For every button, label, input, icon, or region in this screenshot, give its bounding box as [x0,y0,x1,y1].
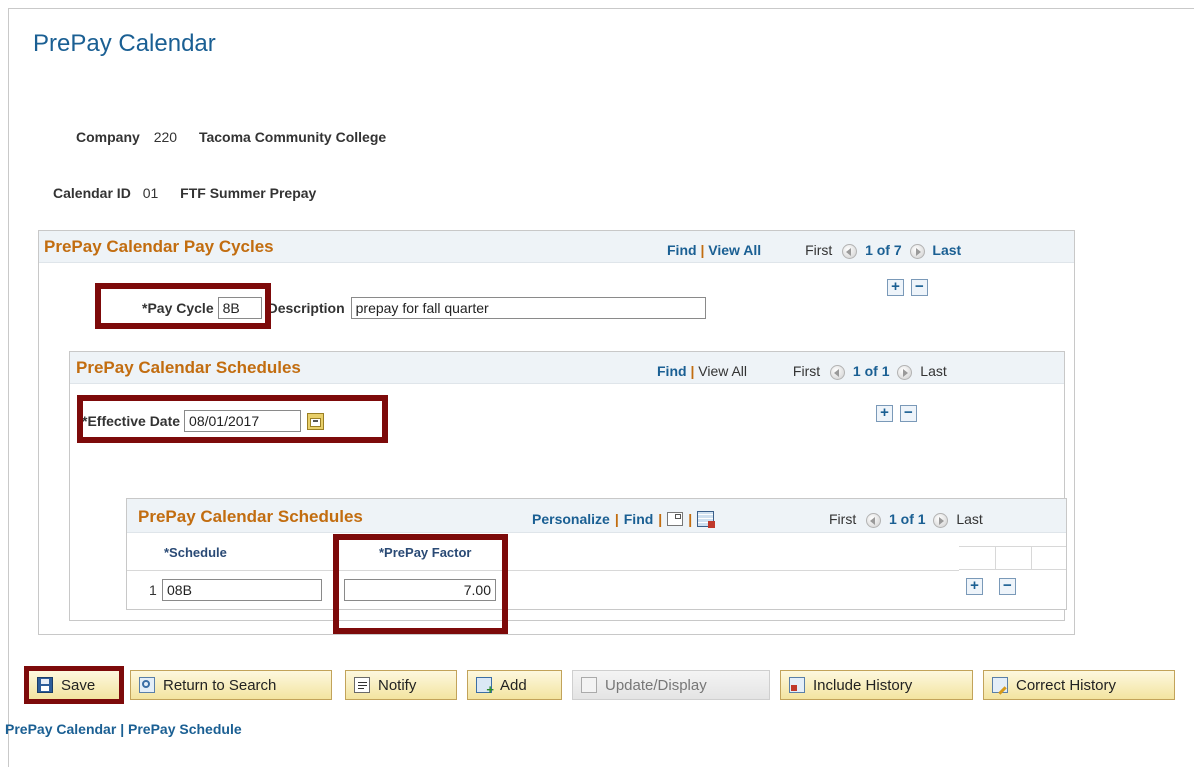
include-history-label: Include History [813,676,913,694]
return-to-search-button[interactable]: Return to Search [130,670,332,700]
schedules-outer-first-label: First [792,363,821,379]
return-search-icon [139,677,155,693]
correct-history-label: Correct History [1016,676,1117,694]
table-row: 1 [127,571,959,609]
schedules-outer-nav: Find | View All First 1 of 1 Last [657,363,947,380]
previous-arrow-icon[interactable] [866,512,882,528]
footer-links: PrePay Calendar | PrePay Schedule [5,721,242,737]
delete-row-icon[interactable]: − [899,405,917,422]
add-button[interactable]: + Add [467,670,562,700]
schedules-inner-title: PrePay Calendar Schedules [138,507,363,526]
schedules-outer-header: PrePay Calendar Schedules Find | View Al… [70,352,1064,384]
company-label: Company [76,129,140,145]
calendar-id-name: FTF Summer Prepay [180,185,317,201]
calendar-id-code: 01 [142,185,159,201]
company-row: Company 220 Tacoma Community College [76,129,386,145]
schedules-inner-header: PrePay Calendar Schedules Personalize | … [127,499,1066,533]
add-row-icon[interactable]: + [876,405,893,422]
pay-cycles-nav: Find | View All First 1 of 7 Last [667,242,962,259]
notify-icon [354,677,370,693]
frame-top-border [8,8,1194,9]
effective-date-highlight [77,395,388,443]
schedules-outer-box: PrePay Calendar Schedules Find | View Al… [69,351,1067,634]
update-display-button[interactable]: Update/Display [572,670,770,700]
pay-cycles-first-label: First [805,242,833,258]
schedules-inner-first-label: First [829,511,857,527]
row-number: 1 [149,582,157,598]
pay-cycles-title: PrePay Calendar Pay Cycles [44,237,274,256]
next-arrow-icon[interactable] [909,243,925,259]
schedules-inner-row-buttons: + − [966,577,1016,595]
description-label: Description [267,300,345,316]
schedules-inner-nav: Personalize | Find | | [532,511,716,528]
update-display-icon [581,677,597,693]
add-row-icon[interactable]: + [966,578,983,595]
schedules-outer-last-label: Last [920,363,947,379]
prepay-factor-highlight [333,534,508,634]
spreadsheet-icon[interactable] [697,511,716,528]
correct-history-icon [992,677,1008,695]
pay-cycles-view-all-link[interactable]: View All [708,242,761,258]
correct-history-button[interactable]: Correct History [983,670,1175,700]
button-column-header [959,546,1066,570]
schedules-outer-row-buttons: + − [876,404,917,422]
include-history-button[interactable]: Include History [780,670,973,700]
return-to-search-label: Return to Search [163,676,277,694]
prepay-schedule-link[interactable]: PrePay Schedule [128,721,242,737]
previous-arrow-icon[interactable] [842,243,858,259]
schedules-outer-view-all-link[interactable]: View All [698,363,747,379]
pay-cycle-highlight [95,283,271,329]
notify-label: Notify [378,676,417,694]
schedules-inner-last-label: Last [956,511,983,527]
schedules-inner-pager: First 1 of 1 Last [829,511,983,528]
previous-arrow-icon[interactable] [830,364,846,380]
add-label: Add [500,676,527,694]
prepay-calendar-link[interactable]: PrePay Calendar [5,721,116,737]
add-row-icon[interactable]: + [887,279,904,296]
schedules-outer-title: PrePay Calendar Schedules [76,358,301,377]
delete-row-icon[interactable]: − [910,279,928,296]
include-history-icon [789,677,805,693]
delete-row-icon[interactable]: − [998,578,1016,595]
schedules-outer-find-link[interactable]: Find [657,363,687,379]
pay-cycles-header: PrePay Calendar Pay Cycles Find | View A… [39,231,1074,263]
frame-left-border [8,8,9,767]
schedules-outer-count: 1 of 1 [852,363,890,379]
company-name: Tacoma Community College [198,129,387,145]
add-page-icon: + [476,677,494,696]
page-title: PrePay Calendar [33,30,216,57]
next-arrow-icon[interactable] [897,364,913,380]
schedule-input[interactable] [162,579,322,601]
pay-cycles-row-buttons: + − [887,278,928,296]
calendar-row: Calendar ID 01 FTF Summer Prepay [53,185,316,201]
column-header-row: *Schedule *PrePay Factor [127,533,959,571]
notify-button[interactable]: Notify [345,670,457,700]
schedules-inner-find-link[interactable]: Find [624,511,654,527]
schedule-column-header: *Schedule [164,545,227,560]
company-code: 220 [153,129,178,145]
schedules-inner-count: 1 of 1 [889,511,926,527]
calendar-id-label: Calendar ID [53,185,131,201]
update-display-label: Update/Display [605,676,707,694]
new-window-icon[interactable] [667,512,684,526]
schedules-inner-grid: PrePay Calendar Schedules Personalize | … [126,498,1067,610]
pay-cycles-count: 1 of 7 [865,242,902,258]
personalize-link[interactable]: Personalize [532,511,610,527]
next-arrow-icon[interactable] [933,512,949,528]
pay-cycles-last-link[interactable]: Last [932,242,961,258]
save-highlight [24,666,124,704]
description-input[interactable] [350,297,706,319]
pay-cycles-box: PrePay Calendar Pay Cycles Find | View A… [38,230,1075,635]
pay-cycles-find-link[interactable]: Find [667,242,697,258]
